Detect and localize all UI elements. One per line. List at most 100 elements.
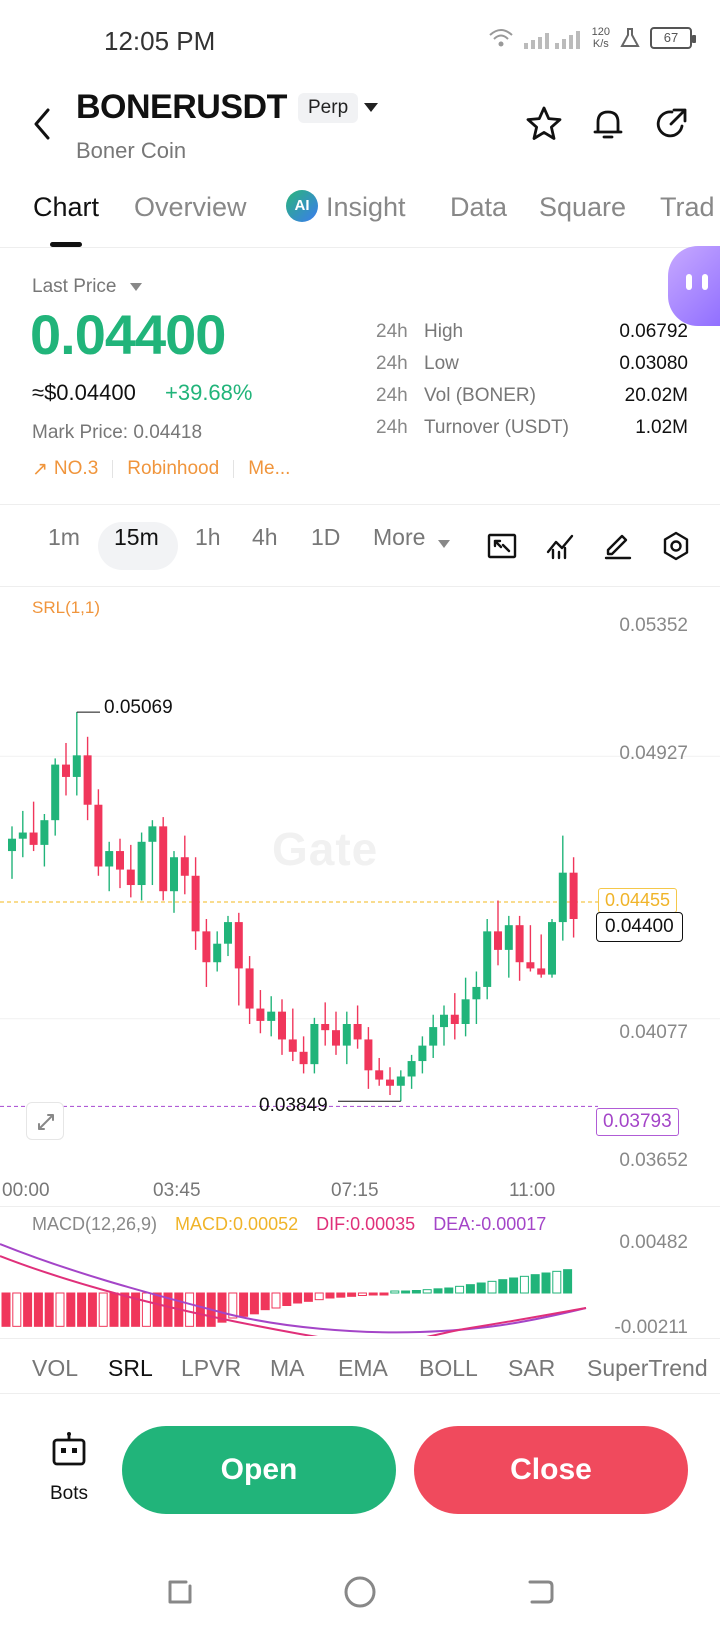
macd-bar <box>498 1279 508 1294</box>
indicator-sar[interactable]: SAR <box>508 1355 555 1382</box>
indicator-srl[interactable]: SRL <box>108 1355 153 1382</box>
candle-body <box>278 1011 286 1040</box>
tab-square[interactable]: Square <box>539 192 626 223</box>
macd-bar <box>23 1292 33 1327</box>
indicator-boll[interactable]: BOLL <box>419 1355 478 1382</box>
home-nav-icon[interactable] <box>342 1574 378 1610</box>
candle-body <box>148 826 157 842</box>
settings-icon[interactable] <box>660 530 692 562</box>
signal-icon <box>523 31 580 49</box>
symbol-title[interactable]: BONERUSDT <box>76 88 287 127</box>
candle-body <box>537 968 546 975</box>
macd-axis-top: 0.00482 <box>619 1232 688 1253</box>
candle-body <box>375 1070 384 1080</box>
fullscreen-icon[interactable] <box>486 530 518 562</box>
draw-icon[interactable] <box>602 530 634 562</box>
candle-body <box>72 755 81 777</box>
candle-body <box>267 1011 276 1021</box>
candle-body <box>483 931 492 987</box>
price-axis-label: 0.03652 <box>619 1150 688 1171</box>
timeframe-1d[interactable]: 1D <box>311 524 340 551</box>
close-button[interactable]: Close <box>414 1426 688 1514</box>
macd-bar <box>249 1292 259 1315</box>
indicator-lpvr[interactable]: LPVR <box>181 1355 241 1382</box>
indicator-top-divider <box>0 1338 720 1339</box>
macd-divider <box>0 1206 720 1207</box>
contract-dropdown-icon[interactable] <box>364 103 378 112</box>
indicator-ema[interactable]: EMA <box>338 1355 388 1382</box>
macd-bar <box>120 1292 130 1327</box>
open-button[interactable]: Open <box>122 1426 396 1514</box>
macd-bar <box>282 1292 292 1306</box>
macd-bar <box>336 1292 346 1298</box>
price-axis-label: 0.04077 <box>619 1022 688 1043</box>
dif-value: DIF:0.00035 <box>316 1214 416 1234</box>
price-axis-label: 0.04927 <box>619 743 688 764</box>
tab-overview[interactable]: Overview <box>134 192 247 223</box>
expand-chart-button[interactable] <box>26 1102 64 1140</box>
macd-bar <box>55 1292 65 1327</box>
macd-bar <box>325 1292 335 1299</box>
coin-name: Boner Coin <box>76 138 187 163</box>
recents-nav-icon[interactable] <box>162 1574 198 1610</box>
macd-bar <box>314 1292 324 1301</box>
timeframe-more[interactable]: More <box>373 524 425 551</box>
tag-more[interactable]: Me... <box>248 458 290 481</box>
candle-body <box>159 826 168 892</box>
last-price: 0.04400 <box>30 303 226 366</box>
macd-params: MACD(12,26,9) <box>32 1214 158 1234</box>
macd-bar <box>390 1290 400 1294</box>
tab-chart[interactable]: Chart <box>33 192 99 223</box>
macd-bar <box>401 1290 411 1294</box>
back-nav-icon[interactable] <box>522 1574 558 1610</box>
timeframe-1m[interactable]: 1m <box>48 524 80 551</box>
macd-bar <box>444 1287 454 1294</box>
macd-axis-bottom: -0.00211 <box>614 1317 688 1338</box>
indicator-supertrend[interactable]: SuperTrend <box>587 1355 720 1382</box>
star-icon[interactable] <box>524 104 564 144</box>
candle-body <box>191 875 200 932</box>
candle-body <box>299 1051 308 1065</box>
timeframe-1h[interactable]: 1h <box>195 524 221 551</box>
candle-body <box>310 1024 319 1065</box>
contract-type-badge[interactable]: Perp <box>298 93 359 123</box>
tab-data[interactable]: Data <box>450 192 507 223</box>
macd-bar <box>379 1292 389 1296</box>
bots-icon[interactable] <box>50 1430 88 1468</box>
last-price-dropdown-icon[interactable] <box>130 283 142 291</box>
gate-watermark: Gate <box>272 823 379 875</box>
timeframe-15m[interactable]: 15m <box>114 524 159 551</box>
assistant-bubble[interactable] <box>668 246 720 326</box>
candle-body <box>202 931 211 963</box>
bots-label[interactable]: Bots <box>50 1483 88 1505</box>
tag-rank[interactable]: NO.3 <box>54 458 98 481</box>
macd-bar <box>271 1292 281 1309</box>
macd-bar <box>98 1292 108 1327</box>
tag-robinhood[interactable]: Robinhood <box>127 458 219 481</box>
last-price-label[interactable]: Last Price <box>32 276 116 298</box>
share-icon[interactable] <box>652 104 692 144</box>
trend-icon: ↗ <box>32 459 48 480</box>
bell-icon[interactable] <box>588 104 628 144</box>
current-price-tag[interactable]: 0.04400 <box>596 912 683 942</box>
macd-bar <box>541 1272 551 1294</box>
candle-body <box>213 943 222 963</box>
candle-body <box>472 986 481 1000</box>
back-icon[interactable] <box>28 104 58 144</box>
macd-bar <box>487 1280 497 1294</box>
candle-body <box>461 999 470 1024</box>
indicator-vol[interactable]: VOL <box>32 1355 78 1382</box>
candle-body <box>548 922 556 975</box>
candle-body <box>170 857 178 892</box>
macd-bar <box>303 1292 313 1302</box>
indicator-ma[interactable]: MA <box>270 1355 305 1382</box>
change-percent: +39.68% <box>165 380 253 405</box>
more-dropdown-icon[interactable] <box>438 540 450 548</box>
tab-trade[interactable]: Trad <box>660 192 715 223</box>
stat-turnover: 24h Turnover (USDT) 1.02M <box>376 417 688 438</box>
indicator-icon[interactable] <box>544 530 576 562</box>
candle-body <box>515 925 524 963</box>
timeframe-4h[interactable]: 4h <box>252 524 278 551</box>
tab-insight[interactable]: AI Insight <box>286 189 406 225</box>
macd-bar <box>530 1274 540 1294</box>
